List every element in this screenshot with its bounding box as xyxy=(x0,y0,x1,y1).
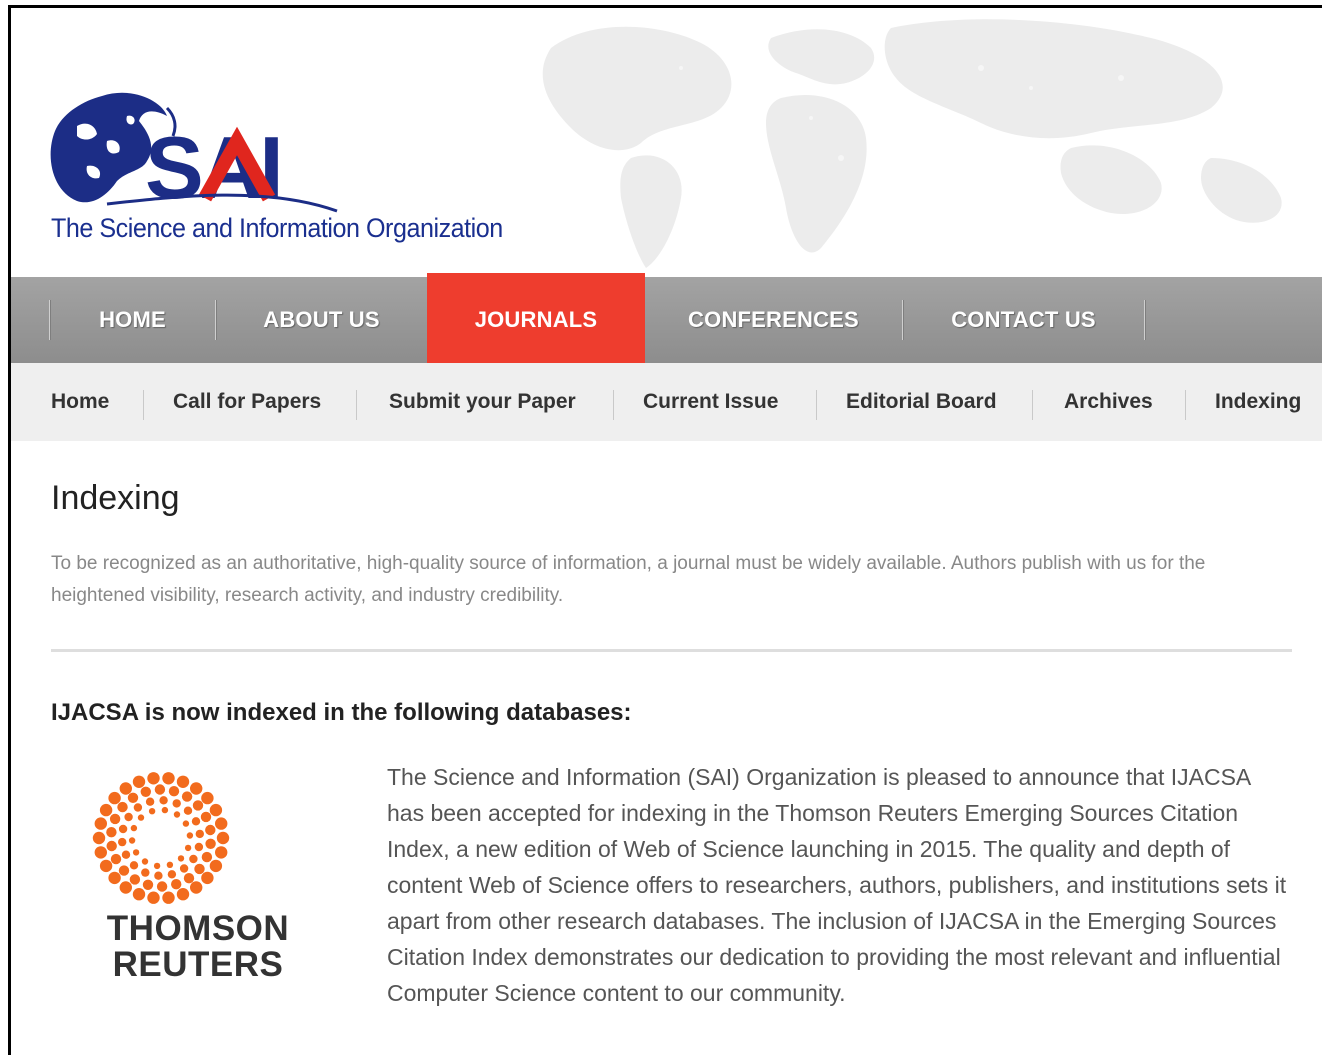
sai-logo: SAI xyxy=(50,92,338,216)
subnav-separator xyxy=(356,390,357,420)
subnav-call-for-papers[interactable]: Call for Papers xyxy=(173,363,321,441)
subnav-archives[interactable]: Archives xyxy=(1064,363,1153,441)
nav-home[interactable]: HOME xyxy=(50,277,215,363)
nav-journals[interactable]: JOURNALS xyxy=(427,273,645,363)
subnav-current-issue[interactable]: Current Issue xyxy=(643,363,778,441)
subnav-separator xyxy=(613,390,614,420)
nav-separator xyxy=(1144,300,1146,340)
thomson-word: THOMSON xyxy=(106,909,290,948)
subnav-separator xyxy=(1185,390,1186,420)
page-frame: SAI The Science and Information Organiza… xyxy=(8,5,1322,1055)
nav-contact-us[interactable]: CONTACT US xyxy=(903,277,1144,363)
subnav-submit-your-paper[interactable]: Submit your Paper xyxy=(389,363,576,441)
world-map-background xyxy=(542,19,1282,268)
announcement-paragraph: The Science and Information (SAI) Organi… xyxy=(387,764,1287,1006)
journal-subnavigation: Home Call for Papers Submit your Paper C… xyxy=(11,363,1322,441)
site-header: SAI The Science and Information Organiza… xyxy=(11,8,1322,277)
nav-about-us[interactable]: ABOUT US xyxy=(216,277,427,363)
subnav-home[interactable]: Home xyxy=(51,363,109,441)
main-navigation: HOME ABOUT US JOURNALS CONFERENCES CONTA… xyxy=(11,273,1322,363)
reuters-word: REUTERS xyxy=(112,945,284,984)
subnav-separator xyxy=(816,390,817,420)
subnav-separator xyxy=(1032,390,1033,420)
subnav-separator xyxy=(143,390,144,420)
nav-conferences[interactable]: CONFERENCES xyxy=(645,277,902,363)
page-title: Indexing xyxy=(51,479,180,517)
subnav-editorial-board[interactable]: Editorial Board xyxy=(846,363,997,441)
org-tagline: The Science and Information Organization xyxy=(51,213,503,243)
section-heading: IJACSA is now indexed in the following d… xyxy=(51,699,632,726)
section-divider xyxy=(51,649,1292,652)
intro-paragraph: To be recognized as an authoritative, hi… xyxy=(51,553,1206,606)
thomson-reuters-wordmark: THOMSON REUTERS xyxy=(88,911,308,983)
subnav-indexing[interactable]: Indexing xyxy=(1215,363,1301,441)
